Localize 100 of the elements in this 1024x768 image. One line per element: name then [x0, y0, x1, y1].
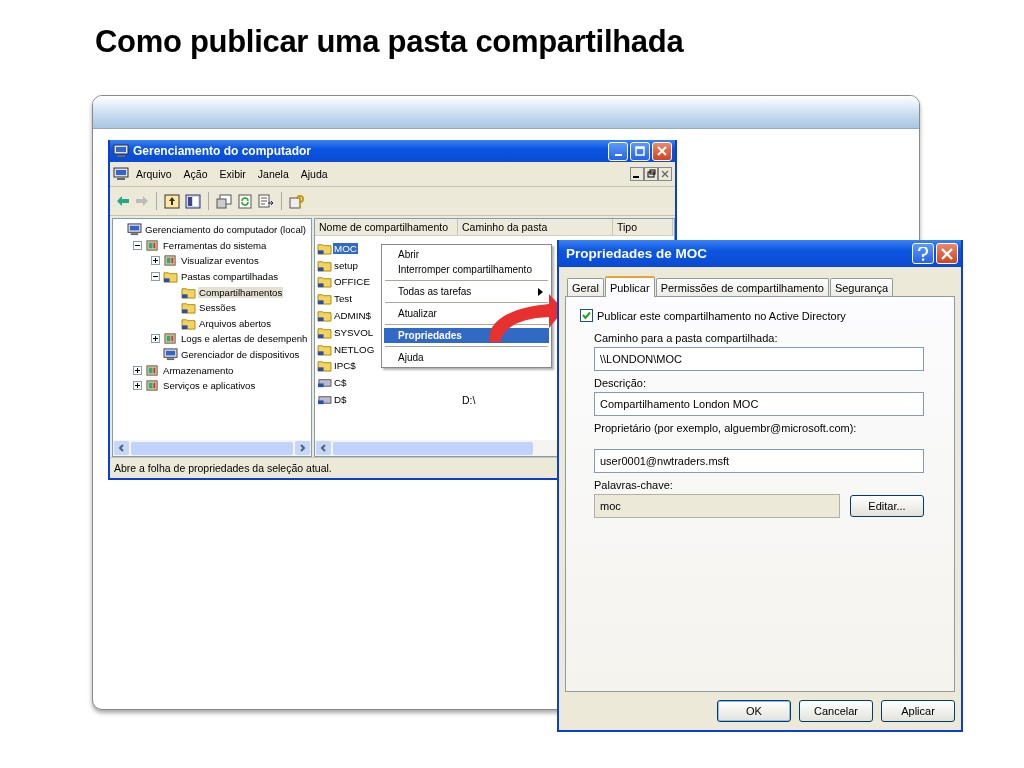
checkbox[interactable] — [580, 309, 593, 322]
tab[interactable]: Permissões de compartilhamento — [655, 278, 829, 296]
tab[interactable]: Geral — [567, 278, 604, 296]
close-button[interactable] — [936, 243, 958, 264]
field-label: Descrição: — [594, 377, 647, 389]
properties-icon[interactable] — [216, 193, 232, 209]
shared-folder-icon — [317, 342, 332, 356]
tool-icon — [145, 238, 160, 252]
share-name[interactable]: NETLOG — [333, 343, 376, 355]
field-label: Caminho para a pasta compartilhada: — [594, 332, 779, 344]
menu-item[interactable]: Interromper compartilhamento — [398, 264, 532, 275]
dialog-button[interactable]: Cancelar — [799, 700, 873, 722]
tree-item[interactable]: Armazenamento — [162, 364, 235, 376]
share-name[interactable]: OFFICE — [333, 276, 371, 288]
minimize-icon — [614, 153, 622, 156]
tool-icon — [163, 332, 178, 346]
minimize-button[interactable] — [608, 141, 628, 161]
tree-item[interactable]: Pastas compartilhadas — [180, 271, 280, 283]
share-name[interactable]: Test — [333, 293, 353, 305]
share-name[interactable]: C$ — [333, 377, 348, 389]
share-name[interactable]: MOC — [333, 242, 358, 254]
share-name[interactable]: ADMIN$ — [333, 310, 373, 322]
shared-folder-icon — [317, 325, 332, 339]
field-label: Palavras-chave: — [594, 479, 674, 491]
drive-icon — [317, 376, 332, 390]
folder-up-icon[interactable] — [164, 193, 180, 209]
shared-folder-icon — [181, 301, 196, 315]
tree-item[interactable]: Compartilhamentos — [198, 286, 284, 298]
menu-item[interactable]: Abrir — [398, 249, 420, 260]
refresh-icon[interactable] — [237, 193, 253, 209]
tree-item[interactable]: Visualizar eventos — [180, 255, 260, 267]
status-text: Abre a folha de propriedades da seleção atual. — [114, 462, 332, 474]
menu-item[interactable]: Arquivo — [131, 167, 177, 181]
dialog-button[interactable]: Aplicar — [881, 700, 955, 722]
dialog-title: Propriedades de MOC — [565, 246, 709, 261]
column-header[interactable]: Nome de compartilhamento — [315, 219, 458, 235]
share-name[interactable]: IPC$ — [333, 360, 357, 372]
computer-icon — [127, 223, 142, 237]
menu-item[interactable]: Atualizar — [398, 308, 437, 319]
shared-folder-icon — [317, 359, 332, 373]
computer-icon — [163, 348, 178, 362]
tool-icon — [145, 379, 160, 393]
dialog-button[interactable]: OK — [717, 700, 791, 722]
close-button[interactable] — [652, 141, 672, 161]
menu-item[interactable]: Todas as tarefas — [398, 286, 472, 297]
tree-item[interactable]: Sessões — [198, 302, 237, 314]
tree-item[interactable]: Logs e alertas de desempenh — [180, 333, 309, 345]
field-label: Proprietário (por exemplo, alguembr@microsoft.com): — [594, 422, 858, 434]
input-field[interactable]: Compartilhamento London MOC — [594, 392, 924, 416]
expand-toggle[interactable] — [133, 365, 142, 375]
export-list-icon[interactable] — [258, 193, 274, 209]
help-icon — [917, 246, 929, 261]
close-icon — [657, 146, 667, 156]
shared-folder-icon — [181, 316, 196, 330]
document-window-controls[interactable] — [630, 167, 672, 181]
tree-item[interactable]: Gerenciamento do computador (local) — [144, 224, 308, 236]
shared-folder-icon — [317, 241, 332, 255]
menu-item[interactable]: Exibir — [214, 167, 251, 181]
menu-item[interactable]: Ação — [178, 167, 213, 181]
checkbox-label[interactable]: Publicar este compartilhamento no Active Directory — [597, 309, 846, 322]
shared-folder-icon — [317, 292, 332, 306]
computer-icon — [113, 144, 129, 158]
tab[interactable]: Publicar — [604, 276, 655, 297]
tree-item[interactable]: Serviços e aplicativos — [162, 380, 257, 392]
panel-toggle-icon[interactable] — [185, 193, 201, 209]
menu-item[interactable]: Ajuda — [398, 352, 424, 363]
tree-item[interactable]: Ferramentas do sistema — [162, 239, 268, 251]
tab[interactable]: Segurança — [829, 278, 894, 296]
expand-toggle[interactable] — [151, 256, 160, 266]
drive-icon — [317, 393, 332, 407]
expand-toggle[interactable] — [151, 334, 160, 344]
tree-item[interactable]: Gerenciador de dispositivos — [180, 349, 301, 361]
menu-item[interactable]: Ajuda — [295, 167, 333, 181]
share-name[interactable]: D$ — [333, 394, 348, 406]
horizontal-scrollbar[interactable] — [113, 440, 311, 456]
input-field[interactable]: moc — [594, 494, 840, 518]
share-name[interactable]: SYSVOL — [333, 326, 375, 338]
help-button[interactable] — [912, 243, 934, 264]
shared-folder-icon — [317, 275, 332, 289]
close-icon — [941, 247, 953, 260]
computer-icon — [113, 167, 129, 181]
shared-folder-icon — [163, 270, 178, 284]
slide-title: Como publicar uma pasta compartilhada — [94, 23, 685, 60]
tool-icon — [163, 254, 178, 268]
expand-toggle[interactable] — [133, 381, 142, 391]
column-header[interactable]: Tipo — [613, 219, 673, 235]
shared-folder-icon — [317, 309, 332, 323]
input-field[interactable]: user0001@nwtraders.msft — [594, 449, 924, 473]
menu-item[interactable]: Propriedades — [384, 328, 549, 343]
shared-folder-icon — [317, 258, 332, 272]
maximize-button[interactable] — [630, 141, 650, 161]
input-field[interactable]: \\LONDON\MOC — [594, 347, 924, 371]
tree-item[interactable]: Arquivos abertos — [198, 317, 272, 329]
share-name[interactable]: setup — [333, 259, 359, 271]
menu-item[interactable]: Janela — [252, 167, 294, 181]
expand-toggle[interactable] — [133, 240, 142, 250]
edit-button[interactable]: Editar... — [850, 495, 924, 517]
tool-icon — [145, 363, 160, 377]
expand-toggle[interactable] — [151, 272, 160, 282]
column-header[interactable]: Caminho da pasta — [458, 219, 613, 235]
